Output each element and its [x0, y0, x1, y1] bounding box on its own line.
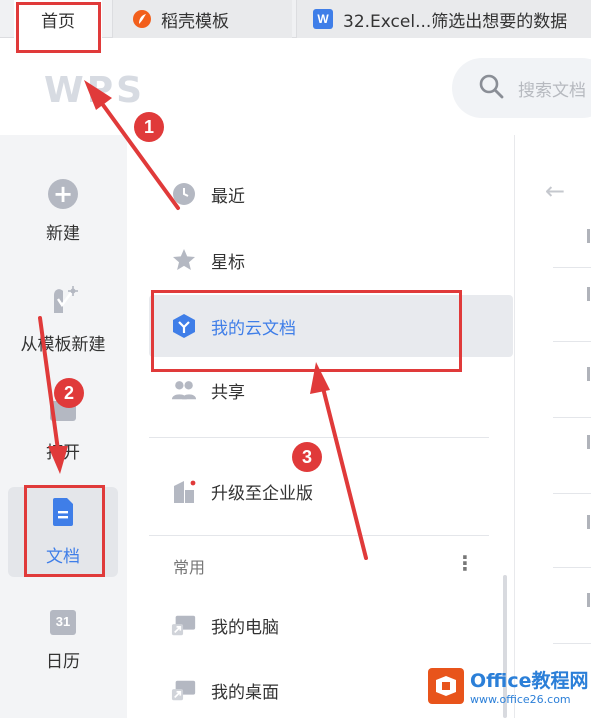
annotation-box-cloud-docs — [151, 290, 462, 372]
annotation-box-documents — [24, 485, 105, 577]
rail-item-from-template[interactable]: 从模板新建 — [8, 285, 118, 355]
section-common-label: 常用 — [173, 558, 206, 577]
nav-item-upgrade-enterprise[interactable]: 升级至企业版 — [149, 463, 489, 519]
daoke-logo-icon — [133, 10, 151, 28]
tab-document-label: 32.Excel...筛选出想要的数据 — [343, 11, 568, 32]
wps-logo: WPS — [44, 70, 146, 111]
step-badge-3: 3 — [292, 442, 322, 472]
nav-item-my-computer[interactable]: 我的电脑 — [149, 597, 489, 653]
watermark-title: Office教程网 — [470, 670, 589, 692]
people-icon — [171, 377, 197, 403]
nav-item-my-computer-label: 我的电脑 — [211, 617, 279, 638]
file-row-marker — [587, 435, 590, 449]
nav-item-my-desktop-label: 我的桌面 — [211, 682, 279, 703]
rail-item-new-label: 新建 — [46, 224, 80, 244]
word-doc-icon: W — [313, 9, 333, 29]
tab-daoke-templates[interactable]: 稻壳模板 — [112, 0, 292, 38]
file-row-divider — [553, 267, 591, 268]
watermark: Office教程网 www.office26.com — [428, 666, 589, 706]
nav-item-recent[interactable]: 最近 — [149, 166, 489, 222]
search-icon — [478, 73, 504, 103]
annotation-box-home — [16, 2, 101, 53]
file-row-divider — [553, 341, 591, 342]
clock-icon — [171, 181, 197, 207]
calendar-icon: 31 — [48, 607, 78, 637]
nav-item-starred[interactable]: 星标 — [149, 232, 489, 288]
rail-item-new[interactable]: + 新建 — [8, 179, 118, 244]
file-row-marker — [587, 229, 590, 243]
rail-item-open-label: 打开 — [46, 443, 80, 463]
nav-panel: 最近 星标 我的云文档 共享 升级至企业版 常用 ⋮ 我的电脑 我的桌面 — [127, 135, 514, 718]
file-row-divider — [553, 567, 591, 568]
plus-circle-icon: + — [48, 179, 78, 209]
rail-item-from-template-label: 从模板新建 — [20, 335, 106, 355]
building-icon — [171, 478, 197, 504]
section-more-menu[interactable]: ⋮ — [455, 551, 475, 575]
step-badge-2: 2 — [54, 378, 84, 408]
calendar-day: 31 — [55, 614, 71, 629]
file-list-panel: ← — [514, 135, 591, 718]
left-rail: + 新建 从模板新建 打开 文档 31 日历 — [0, 135, 127, 718]
file-row-divider — [553, 643, 591, 644]
nav-item-upgrade-enterprise-label: 升级至企业版 — [211, 483, 313, 504]
template-icon — [47, 285, 79, 320]
search-box[interactable]: 搜索文档 — [452, 58, 591, 118]
rail-item-calendar[interactable]: 31 日历 — [8, 607, 118, 672]
file-row-marker — [587, 367, 590, 381]
back-arrow-icon[interactable]: ← — [545, 177, 565, 205]
nav-divider — [149, 535, 489, 536]
nav-item-shared-label: 共享 — [211, 382, 245, 403]
nav-item-starred-label: 星标 — [211, 252, 245, 273]
file-row-divider — [553, 493, 591, 494]
file-row-divider — [553, 417, 591, 418]
nav-item-recent-label: 最近 — [211, 186, 245, 207]
file-row-marker — [587, 515, 590, 529]
tab-daoke-label: 稻壳模板 — [161, 11, 229, 32]
step-badge-1: 1 — [134, 112, 164, 142]
file-row-marker — [587, 593, 590, 607]
search-placeholder: 搜索文档 — [518, 80, 586, 101]
tab-document[interactable]: W 32.Excel...筛选出想要的数据 — [296, 0, 591, 38]
file-row-marker — [587, 287, 590, 301]
star-icon — [171, 247, 197, 273]
nav-divider — [149, 437, 489, 438]
watermark-url: www.office26.com — [470, 693, 571, 706]
rail-item-calendar-label: 日历 — [46, 652, 80, 672]
computer-shortcut-icon — [171, 612, 197, 638]
desktop-shortcut-icon — [171, 677, 197, 703]
office-logo-icon — [428, 668, 464, 704]
